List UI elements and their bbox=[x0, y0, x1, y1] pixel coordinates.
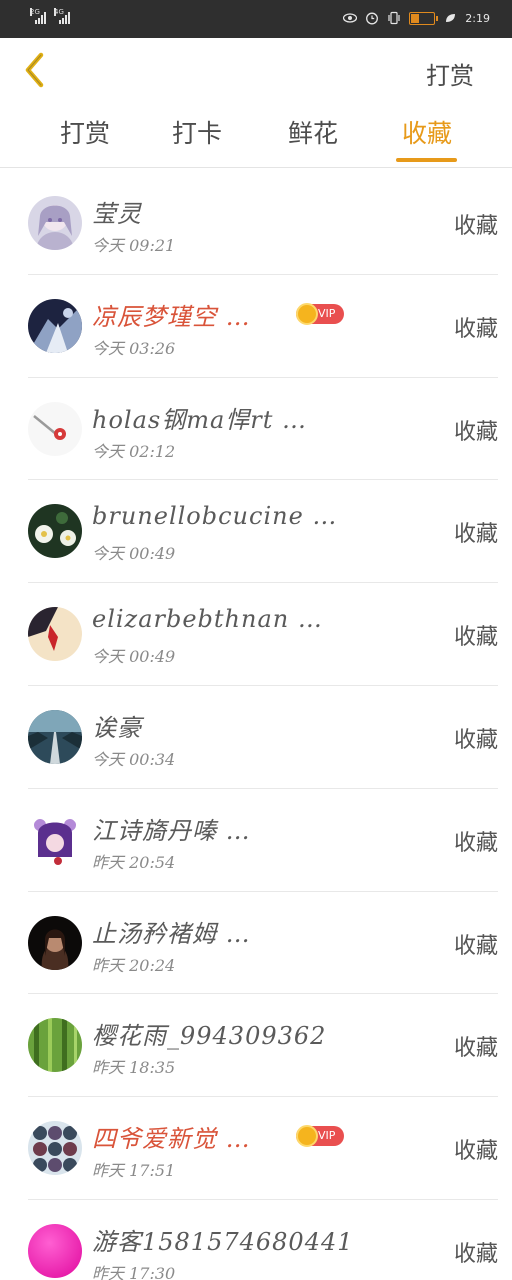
chevron-left-icon bbox=[25, 52, 44, 88]
signal-1-icon: 2G bbox=[30, 8, 46, 24]
list-item[interactable]: brunellobcucine … 今天 00:49 收藏 bbox=[28, 480, 498, 584]
favorite-label: 收藏 bbox=[453, 1139, 498, 1165]
avatar[interactable] bbox=[28, 298, 82, 353]
sim1-label: 2G bbox=[30, 8, 40, 16]
favorite-label: 收藏 bbox=[453, 419, 498, 445]
timestamp: 今天 09:21 bbox=[92, 236, 176, 255]
list-item[interactable]: 凉辰梦瑾空 … VIP 今天 03:26 收藏 bbox=[28, 275, 498, 378]
favorite-label: 收藏 bbox=[453, 933, 498, 959]
username: elizarbebthnan … bbox=[92, 605, 323, 634]
username: 止汤矜褚姆 … bbox=[92, 919, 251, 948]
battery-icon bbox=[409, 11, 439, 25]
favorite-label: 收藏 bbox=[453, 1241, 498, 1267]
active-tab-indicator bbox=[396, 158, 457, 162]
tab-flowers[interactable]: 鲜花 bbox=[268, 114, 358, 168]
crown-icon bbox=[296, 1125, 318, 1148]
list-item[interactable]: 莹灵 今天 09:21 收藏 bbox=[28, 172, 498, 275]
avatar[interactable] bbox=[28, 607, 82, 662]
status-icons: 2:19 bbox=[343, 11, 490, 25]
timestamp: 今天 00:49 bbox=[92, 544, 176, 564]
eye-icon bbox=[343, 11, 358, 25]
tab-reward[interactable]: 打赏 bbox=[40, 114, 130, 168]
timestamp: 今天 00:34 bbox=[92, 749, 176, 769]
list-item[interactable]: 游客1581574680441 昨天 17:30 收藏 bbox=[28, 1200, 498, 1280]
timestamp: 昨天 17:51 bbox=[92, 1161, 176, 1181]
avatar[interactable] bbox=[28, 915, 82, 970]
username: 四爷爱新觉 … bbox=[92, 1125, 251, 1154]
username: 游客1581574680441 bbox=[92, 1227, 354, 1256]
vip-label: VIP bbox=[318, 1129, 336, 1143]
username: holas钢ma悍rt … bbox=[92, 405, 308, 434]
avatar[interactable] bbox=[28, 812, 82, 867]
favorite-label: 收藏 bbox=[453, 1036, 498, 1062]
list-item[interactable]: 樱花雨_994309362 昨天 18:35 收藏 bbox=[28, 994, 498, 1098]
avatar[interactable] bbox=[28, 1018, 82, 1073]
favorite-label: 收藏 bbox=[453, 316, 498, 342]
vibrate-icon bbox=[387, 11, 401, 25]
favorite-label: 收藏 bbox=[453, 214, 498, 239]
timestamp: 昨天 20:24 bbox=[92, 955, 176, 975]
leaf-icon bbox=[443, 11, 457, 25]
back-button[interactable] bbox=[16, 50, 52, 90]
list-item[interactable]: 江诗旖丹嗪 … 昨天 20:54 收藏 bbox=[28, 789, 498, 892]
favorite-label: 收藏 bbox=[453, 625, 498, 651]
list-item[interactable]: 诶豪 今天 00:34 收藏 bbox=[28, 686, 498, 789]
signal-indicators: 2G 4G bbox=[30, 8, 70, 24]
list-item[interactable]: elizarbebthnan … 今天 00:49 收藏 bbox=[28, 583, 498, 686]
username: 凉辰梦瑾空 … bbox=[92, 302, 251, 331]
tab-checkin[interactable]: 打卡 bbox=[152, 114, 242, 168]
sim2-label: 4G bbox=[54, 8, 64, 16]
username: brunellobcucine … bbox=[92, 502, 338, 531]
list-item[interactable]: 四爷爱新觉 … VIP 昨天 17:51 收藏 bbox=[28, 1097, 498, 1200]
username: 江诗旖丹嗪 … bbox=[92, 816, 251, 845]
avatar[interactable] bbox=[28, 709, 82, 764]
timestamp: 昨天 17:30 bbox=[92, 1263, 176, 1280]
timestamp: 昨天 20:54 bbox=[92, 852, 176, 872]
avatar[interactable] bbox=[28, 401, 82, 456]
username: 樱花雨_994309362 bbox=[92, 1022, 327, 1051]
vip-badge: VIP bbox=[296, 1125, 344, 1148]
timestamp: 今天 02:12 bbox=[92, 441, 176, 461]
list-item[interactable]: 止汤矜褚姆 … 昨天 20:24 收藏 bbox=[28, 892, 498, 995]
status-bar: 2G 4G 2:19 bbox=[0, 0, 512, 38]
timestamp: 今天 03:26 bbox=[92, 338, 176, 358]
reward-button[interactable]: 打赏 bbox=[426, 56, 474, 91]
username: 诶豪 bbox=[92, 713, 142, 742]
clock: 2:19 bbox=[465, 11, 490, 25]
avatar[interactable] bbox=[28, 1121, 82, 1176]
favorite-label: 收藏 bbox=[453, 522, 498, 548]
timestamp: 昨天 18:35 bbox=[92, 1058, 176, 1078]
avatar[interactable] bbox=[28, 504, 82, 559]
favorite-label: 收藏 bbox=[453, 727, 498, 753]
username: 莹灵 bbox=[92, 200, 142, 228]
timestamp: 今天 00:49 bbox=[92, 647, 176, 667]
vip-badge: VIP bbox=[296, 302, 344, 325]
favorite-label: 收藏 bbox=[453, 830, 498, 856]
vip-label: VIP bbox=[318, 306, 336, 320]
crown-icon bbox=[296, 302, 318, 325]
avatar[interactable] bbox=[28, 1223, 82, 1278]
header: 打赏 bbox=[0, 38, 512, 104]
alarm-icon bbox=[365, 11, 379, 25]
signal-2-icon: 4G bbox=[54, 8, 70, 24]
avatar[interactable] bbox=[28, 196, 82, 250]
list-item[interactable]: holas钢ma悍rt … 今天 02:12 收藏 bbox=[28, 378, 498, 481]
user-list: 莹灵 今天 09:21 收藏 凉辰梦瑾空 … VIP 今天 03:26 收藏 h… bbox=[0, 172, 512, 1280]
